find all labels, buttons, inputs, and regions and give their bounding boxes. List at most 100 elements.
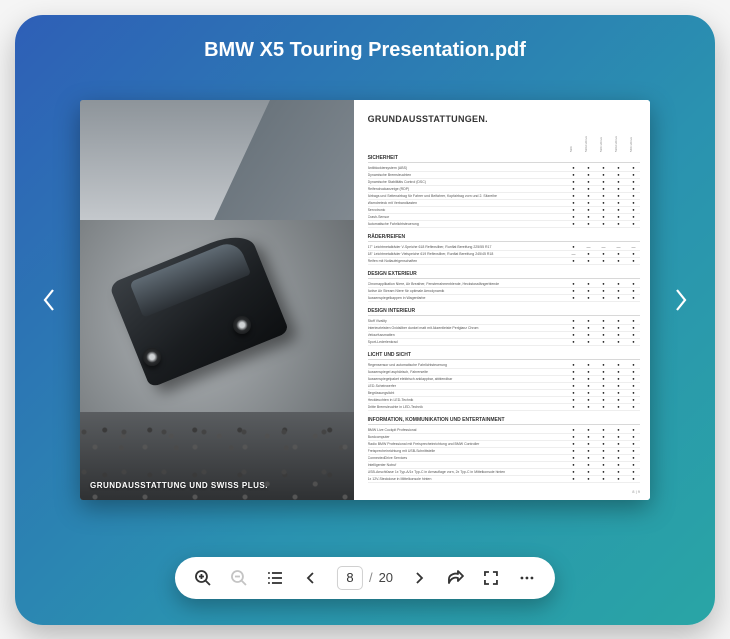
next-page-arrow[interactable] — [663, 282, 699, 318]
spec-mark: ● — [614, 475, 623, 482]
spec-mark: ● — [569, 468, 578, 475]
spec-mark: ● — [569, 461, 578, 468]
spec-mark: ● — [629, 440, 638, 447]
spec-mark: ● — [614, 324, 623, 331]
spec-row-marks: ●●●●● — [569, 389, 640, 396]
spec-row-marks: ●●●●● — [569, 433, 640, 440]
spec-mark: ● — [599, 426, 608, 433]
spec-mark: ● — [629, 389, 638, 396]
spec-section: LICHT UND SICHTRegensensor und automatis… — [368, 352, 640, 411]
spec-mark: ● — [599, 287, 608, 294]
outline-button[interactable] — [265, 568, 285, 588]
spec-mark: ● — [569, 192, 578, 199]
spec-mark: ● — [569, 338, 578, 345]
spec-row-marks: ●●●●● — [569, 461, 640, 468]
spec-mark: ● — [569, 426, 578, 433]
spec-row-marks: ●●●●● — [569, 468, 640, 475]
spec-mark: ● — [614, 185, 623, 192]
spec-mark: ● — [599, 185, 608, 192]
spec-row-label: 17" Leichtmetallräder V-Speiche 618 Refl… — [368, 245, 569, 249]
spec-mark: ● — [599, 206, 608, 213]
spec-mark: ● — [569, 287, 578, 294]
spec-mark: ● — [614, 433, 623, 440]
spec-mark: ● — [569, 164, 578, 171]
spec-mark: ● — [614, 375, 623, 382]
spec-row: Automatische Fahrlichtsteuerung●●●●● — [368, 221, 640, 228]
spec-mark: — — [629, 243, 638, 250]
spec-mark: ● — [629, 257, 638, 264]
spec-column-header: 530d xDrive — [614, 134, 623, 152]
spec-mark: ● — [584, 389, 593, 396]
spec-mark: ● — [599, 164, 608, 171]
spec-mark: ● — [629, 454, 638, 461]
spec-mark: ● — [614, 178, 623, 185]
toolbar-next-button[interactable] — [409, 568, 429, 588]
spec-mark: ● — [629, 317, 638, 324]
spec-mark: ● — [599, 468, 608, 475]
spec-table: SICHERHEITAntiblockiersystem (ABS)●●●●●D… — [368, 155, 640, 483]
spec-mark: ● — [629, 192, 638, 199]
spec-mark: ● — [629, 382, 638, 389]
spec-mark: ● — [569, 382, 578, 389]
left-page-caption: GRUNDAUSSTATTUNG UND SWISS PLUS. — [90, 481, 268, 490]
spec-section: DESIGN EXTERIEURChromapplikation Niere, … — [368, 271, 640, 302]
spec-row-label: Dynamische Bremsleuchten — [368, 173, 569, 177]
more-button[interactable] — [517, 568, 537, 588]
spec-mark: ● — [569, 454, 578, 461]
spec-mark: ● — [614, 468, 623, 475]
spec-row-label: Warndreieck mit Verbandkasten — [368, 201, 569, 205]
total-pages: 20 — [379, 570, 393, 585]
spec-row-label: Antiblockiersystem (ABS) — [368, 166, 569, 170]
spec-mark: ● — [599, 317, 608, 324]
spec-mark: ● — [584, 317, 593, 324]
spec-mark: ● — [584, 192, 593, 199]
spec-mark: ● — [584, 171, 593, 178]
share-button[interactable] — [445, 568, 465, 588]
spec-row-marks: ●●●●● — [569, 396, 640, 403]
spec-row: Sport-Lederlenkrad●●●●● — [368, 339, 640, 346]
spec-mark: — — [584, 243, 593, 250]
prev-page-arrow[interactable] — [31, 282, 67, 318]
spec-mark: ● — [569, 317, 578, 324]
spec-mark: — — [569, 250, 578, 257]
spec-row-label: Active Air Stream Niere für optimale Aer… — [368, 289, 569, 293]
spec-row-label: Sport-Lederlenkrad — [368, 340, 569, 344]
spec-mark: ● — [614, 331, 623, 338]
spec-column-header: 530i xDrive — [599, 134, 608, 152]
spec-mark: ● — [569, 257, 578, 264]
page-separator: / — [369, 570, 373, 585]
spec-mark: ● — [599, 199, 608, 206]
fullscreen-button[interactable] — [481, 568, 501, 588]
spec-mark: ● — [584, 178, 593, 185]
toolbar-prev-button[interactable] — [301, 568, 321, 588]
spec-mark: ● — [599, 403, 608, 410]
spec-mark: ● — [599, 331, 608, 338]
spec-mark: ● — [584, 213, 593, 220]
spec-mark: ● — [584, 454, 593, 461]
spec-mark: ● — [614, 338, 623, 345]
spec-row-label: BMW Live Cockpit Professional — [368, 428, 569, 432]
spec-row-marks: ●●●●● — [569, 324, 640, 331]
spec-mark: ● — [599, 280, 608, 287]
page-number-input[interactable] — [337, 566, 363, 590]
spec-mark: ● — [599, 324, 608, 331]
spec-row-label: Begrüssungslicht — [368, 391, 569, 395]
spec-mark: ● — [569, 185, 578, 192]
page-number-label: 8 | 9 — [632, 489, 640, 494]
spec-mark: ● — [629, 426, 638, 433]
zoom-in-button[interactable] — [193, 568, 213, 588]
spec-mark: ● — [629, 171, 638, 178]
spec-mark: ● — [584, 375, 593, 382]
spec-column-header: 540i xDrive — [629, 134, 638, 152]
spec-row-marks: ●●●●● — [569, 280, 640, 287]
chevron-left-icon — [304, 571, 318, 585]
spec-row-marks: ●●●●● — [569, 475, 640, 482]
spec-section: INFORMATION, KOMMUNIKATION UND ENTERTAIN… — [368, 417, 640, 483]
spec-mark: ● — [614, 361, 623, 368]
spec-mark: ● — [614, 403, 623, 410]
zoom-out-button[interactable] — [229, 568, 249, 588]
spec-row-label: Interieurleisten Oxidsilber dunkel matt … — [368, 326, 569, 330]
spec-mark: ● — [629, 220, 638, 227]
spec-mark: ● — [584, 206, 593, 213]
spec-row-label: 18" Leichtmetallräder Vielspeiche 619 Re… — [368, 252, 569, 256]
